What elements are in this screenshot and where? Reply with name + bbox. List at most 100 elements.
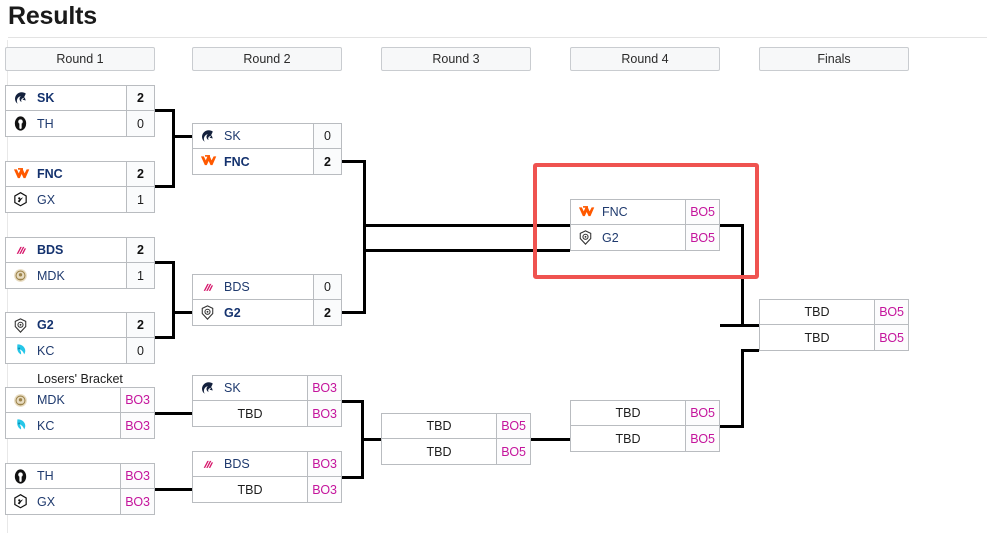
team-name: TBD [426, 444, 452, 459]
team-name: SK [224, 129, 241, 143]
match-row[interactable]: BDS 2 [6, 238, 154, 263]
match-wb-r2-m2[interactable]: BDS 0 G2 2 [192, 274, 342, 326]
match-row[interactable]: TH 0 [6, 111, 154, 136]
match-row[interactable]: MDK 1 [6, 263, 154, 288]
match-wb-r1-m2[interactable]: FNC 2 GX 1 [5, 161, 155, 213]
connector-line [741, 224, 744, 327]
connector-line [172, 311, 192, 314]
connector-line [741, 349, 759, 352]
match-lb-r3-m1[interactable]: TBD BO5 TBD BO5 [381, 413, 531, 465]
team-name: TBD [615, 406, 641, 420]
series-format-badge: BO3 [307, 376, 341, 400]
match-lb-r1-m1[interactable]: MDK BO3 KC BO3 [5, 387, 155, 439]
team-name: TBD [615, 431, 641, 446]
bds-logo [193, 275, 221, 299]
match-row[interactable]: KC 0 [6, 338, 154, 363]
match-row[interactable]: TBD BO5 [382, 414, 530, 439]
match-row[interactable]: TH BO3 [6, 464, 154, 489]
team-name: TBD [426, 419, 452, 433]
series-format-badge: BO5 [496, 414, 530, 438]
series-format-badge: BO5 [685, 401, 719, 425]
th-logo [6, 111, 34, 136]
round-header-5[interactable]: Finals [759, 47, 909, 71]
team-name: MDK [37, 268, 65, 283]
match-row[interactable]: G2 2 [193, 300, 341, 325]
team-name: FNC [37, 167, 63, 181]
connector-line [720, 324, 759, 327]
kc-logo [6, 413, 34, 438]
title-divider [8, 37, 987, 38]
series-format-badge: BO5 [685, 200, 719, 224]
connector-line [741, 349, 744, 428]
match-lb-r4-m1[interactable]: TBD BO5 TBD BO5 [570, 400, 720, 452]
connector-line [155, 488, 194, 491]
team-name: GX [37, 494, 56, 509]
match-wb-r1-m1[interactable]: SK 2 TH 0 [5, 85, 155, 137]
match-lb-r2-m1[interactable]: SK BO3 TBD BO3 [192, 375, 342, 427]
connector-line [363, 249, 570, 252]
team-name: MDK [37, 393, 65, 407]
match-row[interactable]: FNC 2 [193, 149, 341, 174]
round-header-label: Round 2 [243, 52, 291, 66]
match-wb-r3-m1[interactable]: FNC BO5 G2 BO5 [570, 199, 720, 251]
match-row[interactable]: GX BO3 [6, 489, 154, 514]
match-row[interactable]: MDK BO3 [6, 388, 154, 413]
connector-line [361, 438, 381, 441]
connector-line [172, 261, 175, 339]
mdk-logo [6, 388, 34, 412]
match-row[interactable]: TBD BO5 [760, 300, 908, 325]
series-format-badge: BO5 [874, 325, 908, 350]
match-row[interactable]: TBD BO5 [760, 325, 908, 350]
round-header-label: Finals [817, 52, 851, 66]
match-row[interactable]: TBD BO3 [193, 477, 341, 502]
match-row[interactable]: SK 0 [193, 124, 341, 149]
match-wb-r2-m1[interactable]: SK 0 FNC 2 [192, 123, 342, 175]
match-row[interactable]: FNC 2 [6, 162, 154, 187]
g2-logo [193, 300, 221, 325]
round-header-label: Round 3 [432, 52, 480, 66]
match-row[interactable]: GX 1 [6, 187, 154, 212]
connector-line [172, 135, 192, 138]
team-name: TH [37, 469, 54, 483]
match-row[interactable]: TBD BO3 [193, 401, 341, 426]
match-wb-r1-m3[interactable]: BDS 2 MDK 1 [5, 237, 155, 289]
match-row[interactable]: BDS 0 [193, 275, 341, 300]
match-row[interactable]: TBD BO5 [382, 439, 530, 464]
connector-line [172, 109, 175, 188]
match-row[interactable]: FNC BO5 [571, 200, 719, 225]
series-format-badge: BO5 [874, 300, 908, 324]
th-logo [6, 464, 34, 488]
match-row[interactable]: BDS BO3 [193, 452, 341, 477]
team-name: TBD [804, 330, 830, 345]
match-lb-r1-m2[interactable]: TH BO3 GX BO3 [5, 463, 155, 515]
team-name: BDS [224, 457, 250, 471]
match-row[interactable]: TBD BO5 [571, 401, 719, 426]
match-score: 0 [313, 275, 341, 299]
connector-line [155, 412, 194, 415]
series-format-badge: BO3 [120, 464, 154, 488]
match-row[interactable]: G2 2 [6, 313, 154, 338]
match-row[interactable]: TBD BO5 [571, 426, 719, 451]
round-header-1[interactable]: Round 1 [5, 47, 155, 71]
match-row[interactable]: G2 BO5 [571, 225, 719, 250]
match-row[interactable]: KC BO3 [6, 413, 154, 438]
series-format-badge: BO3 [120, 388, 154, 412]
round-header-3[interactable]: Round 3 [381, 47, 531, 71]
match-score: 1 [126, 263, 154, 288]
match-lb-r2-m2[interactable]: BDS BO3 TBD BO3 [192, 451, 342, 503]
round-header-4[interactable]: Round 4 [570, 47, 720, 71]
mdk-logo [6, 263, 34, 288]
sk-logo [193, 376, 221, 400]
round-header-label: Round 4 [621, 52, 669, 66]
match-finals-m1[interactable]: TBD BO5 TBD BO5 [759, 299, 909, 351]
gx-logo [6, 489, 34, 514]
round-header-2[interactable]: Round 2 [192, 47, 342, 71]
match-row[interactable]: SK 2 [6, 86, 154, 111]
losers-bracket-label: Losers' Bracket [37, 372, 123, 386]
team-name: TBD [237, 482, 263, 497]
match-score: 2 [126, 313, 154, 337]
g2-logo [6, 313, 34, 337]
match-row[interactable]: SK BO3 [193, 376, 341, 401]
match-wb-r1-m4[interactable]: G2 2 KC 0 [5, 312, 155, 364]
team-name: BDS [224, 280, 250, 294]
